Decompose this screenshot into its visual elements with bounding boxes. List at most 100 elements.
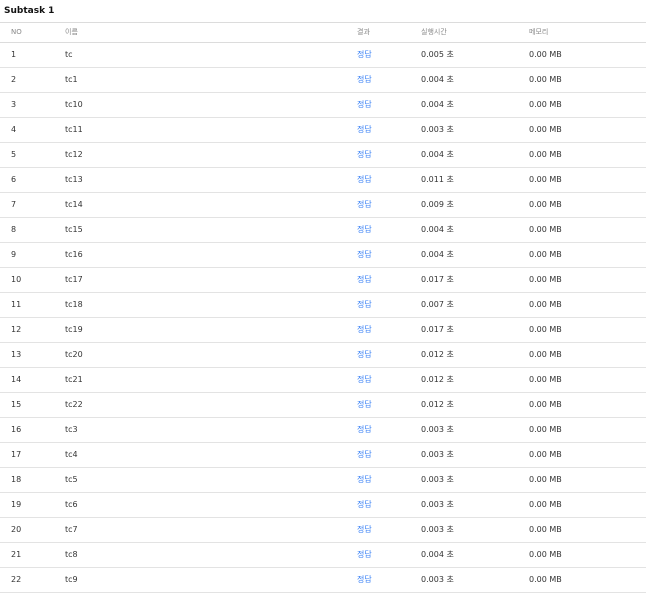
- cell-no: 9: [11, 250, 17, 259]
- cell-result[interactable]: 정답: [357, 143, 372, 167]
- cell-memory: 0.00 MB: [529, 525, 562, 534]
- cell-name: tc5: [65, 475, 78, 484]
- cell-no: 19: [11, 500, 22, 509]
- cell-result[interactable]: 정답: [357, 268, 372, 292]
- cell-result[interactable]: 정답: [357, 393, 372, 417]
- cell-result[interactable]: 정답: [357, 343, 372, 367]
- cell-memory: 0.00 MB: [529, 225, 562, 234]
- cell-memory: 0.00 MB: [529, 150, 562, 159]
- cell-no: 3: [11, 100, 17, 109]
- cell-name: tc9: [65, 575, 78, 584]
- header-name: 이름: [65, 28, 78, 36]
- table-row: 7 tc14 정답 0.009 초 0.00 MB: [0, 193, 646, 218]
- subtask-title: Subtask 1: [4, 6, 55, 16]
- cell-result[interactable]: 정답: [357, 118, 372, 142]
- cell-result[interactable]: 정답: [357, 168, 372, 192]
- cell-memory: 0.00 MB: [529, 200, 562, 209]
- cell-no: 20: [11, 525, 22, 534]
- cell-name: tc8: [65, 550, 78, 559]
- cell-memory: 0.00 MB: [529, 50, 562, 59]
- cell-result[interactable]: 정답: [357, 243, 372, 267]
- cell-result[interactable]: 정답: [357, 193, 372, 217]
- cell-result[interactable]: 정답: [357, 218, 372, 242]
- table-row: 21 tc8 정답 0.004 초 0.00 MB: [0, 543, 646, 568]
- cell-time: 0.003 초: [421, 425, 454, 434]
- cell-result[interactable]: 정답: [357, 318, 372, 342]
- cell-result[interactable]: 정답: [357, 443, 372, 467]
- cell-result[interactable]: 정답: [357, 293, 372, 317]
- cell-name: tc19: [65, 325, 83, 334]
- cell-no: 13: [11, 350, 22, 359]
- cell-time: 0.003 초: [421, 525, 454, 534]
- cell-time: 0.017 초: [421, 275, 454, 284]
- cell-time: 0.012 초: [421, 350, 454, 359]
- cell-time: 0.017 초: [421, 325, 454, 334]
- cell-result[interactable]: 정답: [357, 543, 372, 567]
- cell-memory: 0.00 MB: [529, 500, 562, 509]
- table-row: 9 tc16 정답 0.004 초 0.00 MB: [0, 243, 646, 268]
- table-row: 13 tc20 정답 0.012 초 0.00 MB: [0, 343, 646, 368]
- table-row: 4 tc11 정답 0.003 초 0.00 MB: [0, 118, 646, 143]
- cell-name: tc21: [65, 375, 83, 384]
- cell-result[interactable]: 정답: [357, 493, 372, 517]
- cell-memory: 0.00 MB: [529, 250, 562, 259]
- cell-memory: 0.00 MB: [529, 575, 562, 584]
- cell-no: 22: [11, 575, 22, 584]
- table-row: 10 tc17 정답 0.017 초 0.00 MB: [0, 268, 646, 293]
- cell-time: 0.004 초: [421, 550, 454, 559]
- cell-time: 0.004 초: [421, 100, 454, 109]
- cell-result[interactable]: 정답: [357, 568, 372, 592]
- cell-time: 0.004 초: [421, 75, 454, 84]
- cell-no: 4: [11, 125, 17, 134]
- cell-time: 0.003 초: [421, 575, 454, 584]
- cell-result[interactable]: 정답: [357, 418, 372, 442]
- cell-result[interactable]: 정답: [357, 368, 372, 392]
- cell-name: tc4: [65, 450, 78, 459]
- cell-memory: 0.00 MB: [529, 450, 562, 459]
- testcase-table: NO 이름 결과 실행시간 메모리 1 tc 정답 0.005 초 0.00 MB 2 tc…: [0, 22, 646, 593]
- cell-no: 21: [11, 550, 22, 559]
- cell-no: 15: [11, 400, 22, 409]
- subtask-panel: Subtask 1 NO 이름 결과 실행시간 메모리 1 tc 정답 0.005 초…: [0, 0, 658, 596]
- cell-time: 0.003 초: [421, 500, 454, 509]
- table-row: 6 tc13 정답 0.011 초 0.00 MB: [0, 168, 646, 193]
- cell-name: tc14: [65, 200, 83, 209]
- cell-no: 7: [11, 200, 17, 209]
- table-body: 1 tc 정답 0.005 초 0.00 MB 2 tc1 정답 0.004 초 0.00 MB 3…: [0, 43, 646, 593]
- cell-result[interactable]: 정답: [357, 468, 372, 492]
- cell-name: tc1: [65, 75, 78, 84]
- cell-memory: 0.00 MB: [529, 125, 562, 134]
- cell-no: 6: [11, 175, 17, 184]
- cell-memory: 0.00 MB: [529, 425, 562, 434]
- cell-result[interactable]: 정답: [357, 518, 372, 542]
- cell-result[interactable]: 정답: [357, 43, 372, 67]
- cell-name: tc10: [65, 100, 83, 109]
- header-memory: 메모리: [529, 28, 549, 36]
- table-row: 12 tc19 정답 0.017 초 0.00 MB: [0, 318, 646, 343]
- cell-memory: 0.00 MB: [529, 325, 562, 334]
- cell-result[interactable]: 정답: [357, 68, 372, 92]
- cell-no: 2: [11, 75, 17, 84]
- cell-time: 0.004 초: [421, 250, 454, 259]
- cell-time: 0.003 초: [421, 450, 454, 459]
- cell-name: tc11: [65, 125, 83, 134]
- cell-no: 16: [11, 425, 22, 434]
- cell-name: tc6: [65, 500, 78, 509]
- cell-result[interactable]: 정답: [357, 93, 372, 117]
- table-row: 15 tc22 정답 0.012 초 0.00 MB: [0, 393, 646, 418]
- cell-name: tc16: [65, 250, 83, 259]
- cell-name: tc15: [65, 225, 83, 234]
- table-row: 3 tc10 정답 0.004 초 0.00 MB: [0, 93, 646, 118]
- cell-name: tc17: [65, 275, 83, 284]
- table-row: 16 tc3 정답 0.003 초 0.00 MB: [0, 418, 646, 443]
- table-header-row: NO 이름 결과 실행시간 메모리: [0, 23, 646, 43]
- table-row: 18 tc5 정답 0.003 초 0.00 MB: [0, 468, 646, 493]
- table-row: 8 tc15 정답 0.004 초 0.00 MB: [0, 218, 646, 243]
- cell-name: tc12: [65, 150, 83, 159]
- cell-memory: 0.00 MB: [529, 75, 562, 84]
- table-row: 22 tc9 정답 0.003 초 0.00 MB: [0, 568, 646, 593]
- cell-time: 0.003 초: [421, 125, 454, 134]
- cell-name: tc7: [65, 525, 78, 534]
- table-row: 20 tc7 정답 0.003 초 0.00 MB: [0, 518, 646, 543]
- table-row: 5 tc12 정답 0.004 초 0.00 MB: [0, 143, 646, 168]
